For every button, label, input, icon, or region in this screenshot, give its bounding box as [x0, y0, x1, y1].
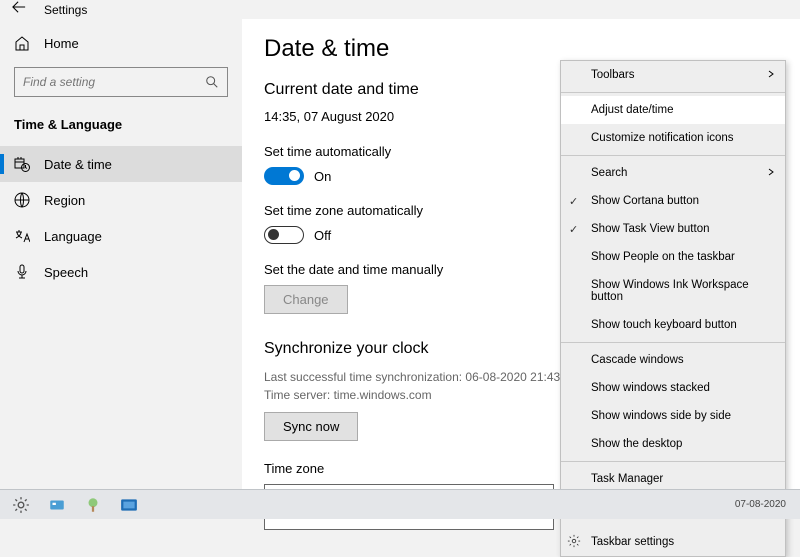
gear-icon	[567, 534, 581, 551]
back-button[interactable]	[12, 0, 26, 19]
menu-adjust-date-time[interactable]: Adjust date/time	[561, 96, 785, 124]
taskbar[interactable]: 07-08-2020	[0, 489, 800, 519]
nav-region[interactable]: Region	[0, 182, 242, 218]
toggle-state: Off	[314, 228, 331, 243]
nav-item-label: Region	[44, 193, 85, 208]
menu-label: Show Windows Ink Workspace button	[591, 279, 775, 303]
menu-show-task-view[interactable]: ✓ Show Task View button	[561, 215, 785, 243]
menu-search[interactable]: Search	[561, 159, 785, 187]
nav-date-time[interactable]: Date & time	[0, 146, 242, 182]
menu-taskbar-settings[interactable]: Taskbar settings	[561, 528, 785, 556]
menu-separator	[561, 92, 785, 93]
nav-speech[interactable]: Speech	[0, 254, 242, 290]
menu-label: Task Manager	[591, 473, 663, 485]
menu-show-cortana[interactable]: ✓ Show Cortana button	[561, 187, 785, 215]
menu-side-by-side[interactable]: Show windows side by side	[561, 402, 785, 430]
menu-separator	[561, 155, 785, 156]
menu-show-desktop[interactable]: Show the desktop	[561, 430, 785, 458]
menu-label: Adjust date/time	[591, 104, 673, 116]
sidebar: Home Time & Language Date & time Region …	[0, 19, 242, 530]
menu-label: Taskbar settings	[591, 536, 674, 548]
menu-toolbars[interactable]: Toolbars	[561, 61, 785, 89]
search-input[interactable]	[14, 67, 228, 97]
toggle-switch-icon	[264, 167, 304, 185]
chevron-right-icon	[767, 167, 775, 179]
nav-home-label: Home	[44, 36, 79, 51]
menu-label: Cascade windows	[591, 354, 684, 366]
menu-separator	[561, 461, 785, 462]
sync-now-button[interactable]: Sync now	[264, 412, 358, 441]
menu-stacked[interactable]: Show windows stacked	[561, 374, 785, 402]
toggle-state: On	[314, 169, 331, 184]
menu-label: Customize notification icons	[591, 132, 734, 144]
taskbar-date: 07-08-2020	[735, 499, 800, 510]
page-title: Date & time	[264, 35, 800, 63]
menu-show-ink[interactable]: Show Windows Ink Workspace button	[561, 271, 785, 311]
app-taskbar-icon[interactable]	[48, 496, 66, 514]
menu-show-touch-kb[interactable]: Show touch keyboard button	[561, 311, 785, 339]
titlebar: Settings	[0, 0, 800, 19]
nav-home[interactable]: Home	[0, 29, 242, 57]
menu-customize-notifications[interactable]: Customize notification icons	[561, 124, 785, 152]
menu-label: Show touch keyboard button	[591, 319, 737, 331]
chevron-right-icon	[767, 69, 775, 81]
menu-separator	[561, 342, 785, 343]
check-icon: ✓	[569, 223, 578, 236]
app-taskbar-icon[interactable]	[84, 496, 102, 514]
menu-cascade[interactable]: Cascade windows	[561, 346, 785, 374]
nav-language[interactable]: Language	[0, 218, 242, 254]
toggle-switch-icon	[264, 226, 304, 244]
menu-label: Show People on the taskbar	[591, 251, 735, 263]
menu-label: Show Cortana button	[591, 195, 699, 207]
menu-label: Show windows stacked	[591, 382, 710, 394]
nav-item-label: Date & time	[44, 157, 112, 172]
nav-item-label: Language	[44, 229, 102, 244]
check-icon: ✓	[569, 195, 578, 208]
category-header: Time & Language	[0, 109, 242, 146]
menu-label: Search	[591, 167, 627, 179]
nav-item-label: Speech	[44, 265, 88, 280]
menu-label: Show Task View button	[591, 223, 709, 235]
globe-icon	[14, 192, 30, 208]
menu-label: Show the desktop	[591, 438, 682, 450]
search-icon	[205, 75, 219, 89]
taskbar-context-menu: Toolbars Adjust date/time Customize noti…	[560, 60, 786, 557]
search-field[interactable]	[23, 75, 203, 89]
gear-taskbar-icon[interactable]	[12, 496, 30, 514]
language-icon	[14, 228, 30, 244]
window-title: Settings	[44, 3, 87, 17]
microphone-icon	[14, 264, 30, 280]
menu-label: Toolbars	[591, 69, 634, 81]
menu-label: Show windows side by side	[591, 410, 731, 422]
change-button: Change	[264, 285, 348, 314]
app-taskbar-icon[interactable]	[120, 496, 138, 514]
menu-show-people[interactable]: Show People on the taskbar	[561, 243, 785, 271]
clock-calendar-icon	[14, 156, 30, 172]
